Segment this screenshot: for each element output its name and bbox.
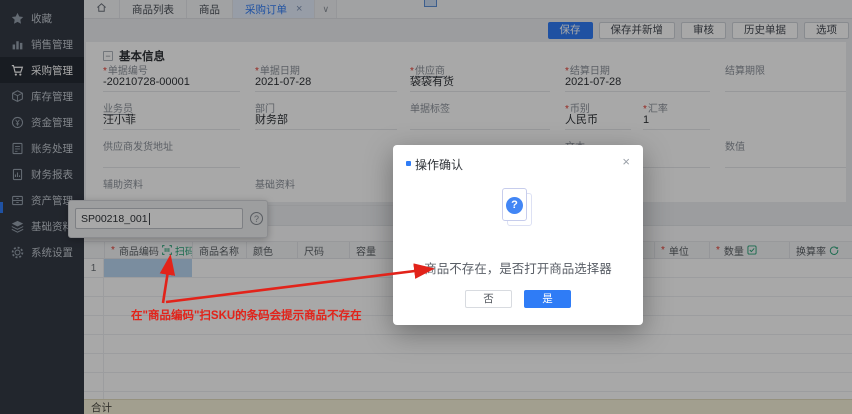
question-mark-icon: ? (506, 197, 523, 214)
no-button[interactable]: 否 (465, 290, 512, 308)
annotation-note: 在"商品编码"扫SKU的条码会提示商品不存在 (131, 307, 362, 323)
close-icon[interactable]: × (622, 155, 630, 168)
app-window: 收藏 销售管理 采购管理 库存管理 资金管理 账务处理 财务报表 资产管理 (0, 0, 852, 414)
yes-button[interactable]: 是 (524, 290, 571, 308)
dialog-title: 操作确认 (415, 156, 463, 173)
dialog-message: 商品不存在，是否打开商品选择器 (393, 258, 643, 277)
dialog-header: 操作确认 × (393, 145, 643, 173)
dialog-bullet-icon (406, 161, 411, 166)
confirm-dialog: 操作确认 × ? 商品不存在，是否打开商品选择器 否 是 (393, 145, 643, 325)
question-document-icon: ? (502, 188, 534, 228)
